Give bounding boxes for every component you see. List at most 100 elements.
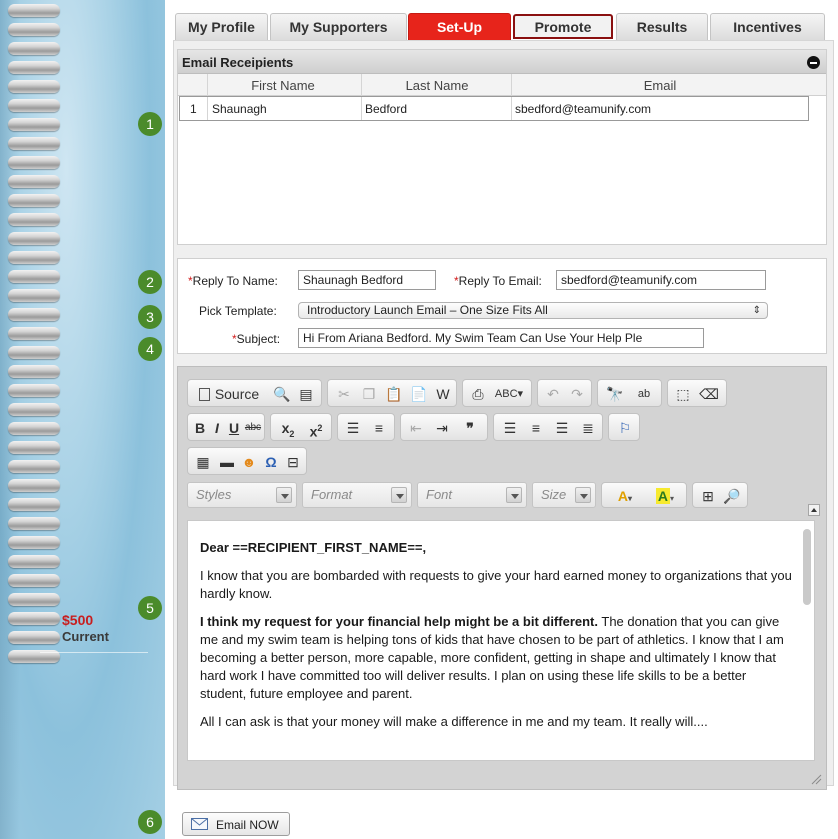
toolbar-group-tools: ⊞ 🔎 [692, 482, 748, 508]
spiral-coil [8, 194, 60, 207]
divider [40, 652, 148, 653]
font-combo[interactable]: Font [417, 482, 527, 508]
column-header-email[interactable]: Email [512, 78, 808, 93]
align-left-icon[interactable]: ☰ [498, 418, 522, 438]
format-combo[interactable]: Format [302, 482, 412, 508]
bold-icon[interactable]: B [192, 418, 208, 438]
smiley-icon[interactable]: ☻ [238, 452, 260, 472]
text-color-icon[interactable]: A▾ [606, 486, 644, 506]
remove-format-icon[interactable]: ⌫ [698, 384, 720, 404]
select-all-icon[interactable]: ⬚ [672, 384, 694, 404]
spiral-coil [8, 593, 60, 606]
spiral-coil [8, 327, 60, 340]
cell-divider [361, 97, 362, 120]
paste-icon[interactable]: 📋 [383, 384, 405, 404]
toolbar-group-print: ⎙ ABC▾ [462, 379, 532, 407]
fundraising-amount-label: Current [62, 629, 109, 644]
main-content: My Profile My Supporters Set-Up Promote … [165, 0, 838, 839]
tab-results[interactable]: Results [616, 13, 708, 40]
templates-icon[interactable]: ▤ [296, 384, 316, 404]
spiral-coil [8, 175, 60, 188]
select-arrows-icon: ⇕ [752, 305, 761, 316]
underline-icon[interactable]: U [226, 418, 242, 438]
reply-to-name-input[interactable]: Shaunagh Bedford [298, 270, 436, 290]
font-combo-label: Font [426, 487, 453, 502]
horizontal-rule-icon[interactable]: ▬ [216, 452, 238, 472]
paste-text-icon[interactable]: 📄 [408, 384, 430, 404]
tab-my-profile[interactable]: My Profile [175, 13, 268, 40]
tab-incentives[interactable]: Incentives [710, 13, 825, 40]
format-combo-label: Format [311, 487, 353, 502]
email-now-button[interactable]: Email NOW [182, 812, 290, 836]
cell-email: sbedford@teamunify.com [515, 102, 652, 116]
blockquote-icon[interactable]: ❞ [459, 418, 481, 438]
subject-input[interactable]: Hi From Ariana Bedford. My Swim Team Can… [298, 328, 704, 348]
recipients-title: Email Receipients [182, 55, 294, 70]
align-right-icon[interactable]: ☰ [550, 418, 574, 438]
copy-icon[interactable]: ❐ [358, 384, 380, 404]
email-body-text: Dear ==RECIPIENT_FIRST_NAME==, I know th… [200, 539, 796, 741]
preview-icon[interactable]: 🔍 [272, 384, 292, 404]
redo-icon[interactable]: ↷ [566, 384, 588, 404]
strike-icon[interactable]: abc [243, 418, 263, 438]
column-header-first-name[interactable]: First Name [208, 78, 358, 93]
find-icon[interactable]: 🔭 [604, 384, 626, 404]
spiral-coil [8, 365, 60, 378]
table-icon[interactable]: ▦ [192, 452, 214, 472]
maximize-icon[interactable]: ⊞ [697, 486, 719, 506]
toolbar-row-1: Source 🔍 ▤ ✂ ❐ 📋 📄 W ⎙ ABC▾ ↶ ↷ 🔭 ab ⬚ ⌫ [187, 379, 807, 407]
special-char-icon[interactable]: Ω [260, 452, 282, 472]
page-break-icon[interactable]: ⊟ [282, 452, 304, 472]
undo-icon[interactable]: ↶ [542, 384, 564, 404]
cut-icon[interactable]: ✂ [333, 384, 355, 404]
editor-scrollbar[interactable] [803, 529, 811, 605]
spiral-coil [8, 213, 60, 226]
rich-text-editor: Source 🔍 ▤ ✂ ❐ 📋 📄 W ⎙ ABC▾ ↶ ↷ 🔭 ab ⬚ ⌫… [177, 366, 827, 790]
indent-icon[interactable]: ⇥ [431, 418, 453, 438]
template-select-value: Introductory Launch Email – One Size Fit… [307, 303, 548, 317]
source-button[interactable]: Source [194, 384, 264, 404]
toolbar-group-lists: ☰ ≡ [337, 413, 395, 441]
pick-template-label: Pick Template: [199, 304, 277, 318]
superscript-icon[interactable]: x2 [303, 418, 329, 440]
spellcheck-icon[interactable]: ABC▾ [491, 384, 527, 404]
tab-my-supporters[interactable]: My Supporters [270, 13, 407, 40]
toolbar-group-bidi: ⚐ [608, 413, 640, 441]
replace-icon[interactable]: ab [632, 384, 656, 404]
chevron-down-icon [391, 487, 407, 503]
reply-to-email-input[interactable]: sbedford@teamunify.com [556, 270, 766, 290]
resize-grip-icon[interactable] [810, 773, 822, 785]
bg-color-icon[interactable]: A ▾ [646, 486, 684, 506]
print-icon[interactable]: ⎙ [467, 384, 489, 404]
spiral-coil [8, 460, 60, 473]
size-combo[interactable]: Size [532, 482, 596, 508]
bullet-list-icon[interactable]: ≡ [368, 418, 390, 438]
reply-to-email-label: *Reply To Email: [454, 274, 542, 288]
show-blocks-icon[interactable]: 🔎 [721, 486, 743, 506]
flag-icon[interactable]: ⚐ [614, 418, 636, 438]
spiral-coil [8, 23, 60, 36]
paste-word-icon[interactable]: W [432, 384, 454, 404]
italic-icon[interactable]: I [209, 418, 225, 438]
collapse-toolbar-button[interactable] [808, 504, 820, 516]
align-center-icon[interactable]: ≡ [524, 418, 548, 438]
step-marker-6: 6 [138, 810, 162, 834]
outdent-icon[interactable]: ⇤ [405, 418, 427, 438]
tab-promote[interactable]: Promote [513, 14, 613, 39]
column-header-last-name[interactable]: Last Name [362, 78, 512, 93]
toolbar-group-select: ⬚ ⌫ [667, 379, 727, 407]
spiral-coil [8, 422, 60, 435]
numbered-list-icon[interactable]: ☰ [342, 418, 364, 438]
collapse-icon[interactable] [807, 56, 820, 69]
table-row[interactable]: 1 Shaunagh Bedford sbedford@teamunify.co… [179, 96, 809, 121]
template-select[interactable]: Introductory Launch Email – One Size Fit… [298, 302, 768, 319]
justify-icon[interactable]: ≣ [576, 418, 600, 438]
tab-set-up[interactable]: Set-Up [408, 13, 511, 40]
spiral-coil [8, 574, 60, 587]
styles-combo[interactable]: Styles [187, 482, 297, 508]
reply-to-email-label-text: Reply To Email: [458, 274, 542, 288]
editor-content-area[interactable]: Dear ==RECIPIENT_FIRST_NAME==, I know th… [187, 520, 815, 761]
subscript-icon[interactable]: x2 [275, 418, 301, 439]
toolbar-group-insert: ▦ ▬ ☻ Ω ⊟ [187, 447, 307, 475]
spiral-coil [8, 137, 60, 150]
